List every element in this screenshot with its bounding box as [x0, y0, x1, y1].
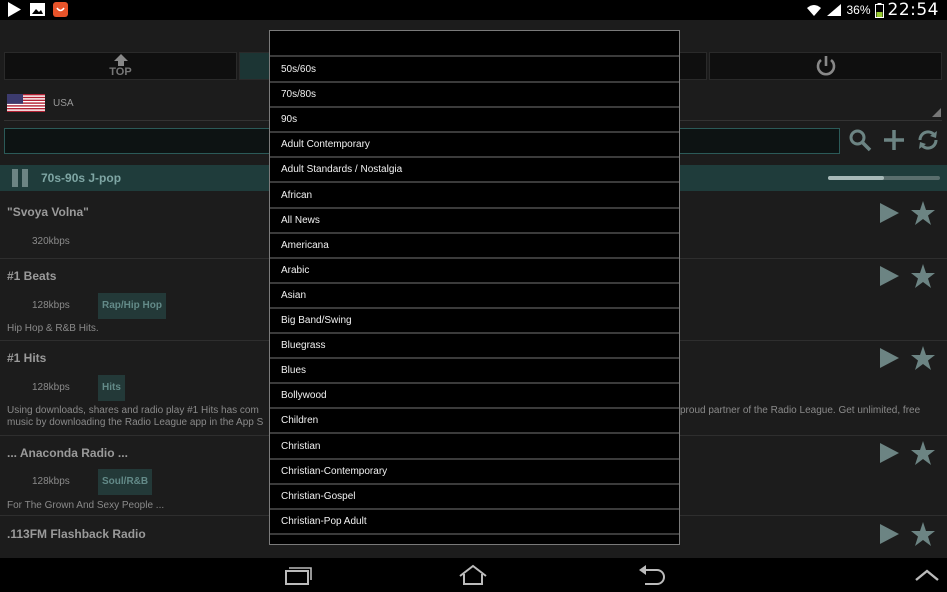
star-icon[interactable]	[910, 521, 936, 547]
dropdown-item[interactable]: Big Band/Swing	[270, 309, 679, 334]
station-bitrate: 128kbps	[32, 300, 70, 311]
dropdown-item[interactable]: Americana	[270, 234, 679, 259]
station-name: .113FM Flashback Radio	[7, 527, 146, 541]
dropdown-item[interactable]: Christian-Gospel	[270, 485, 679, 510]
station-name: #1 Beats	[7, 269, 57, 283]
play-icon[interactable]	[878, 523, 900, 545]
signal-icon	[827, 4, 842, 16]
navigation-bar	[0, 558, 947, 592]
station-name: #1 Hits	[7, 351, 47, 365]
station-genre-tag[interactable]: Soul/R&B	[98, 469, 153, 495]
play-icon[interactable]	[878, 265, 900, 287]
star-icon[interactable]	[910, 440, 936, 466]
tab-top-label: TOP	[109, 66, 132, 78]
station-description-continued: proud partner of the Radio League. Get u…	[680, 405, 921, 416]
dropdown-item[interactable]: 90s	[270, 108, 679, 134]
chevron-up-icon[interactable]	[912, 564, 942, 586]
battery-percent: 36%	[846, 3, 871, 17]
back-icon[interactable]	[637, 564, 667, 586]
dropdown-item[interactable]: Bollywood	[270, 384, 679, 410]
dropdown-item[interactable]: Children	[270, 409, 679, 435]
dropdown-item[interactable]: Bluegrass	[270, 334, 679, 360]
station-description: For The Grown And Sexy People ...	[7, 500, 165, 511]
station-genre-tag[interactable]: Rap/Hip Hop	[98, 293, 166, 319]
wifi-icon	[807, 5, 822, 16]
recent-apps-icon[interactable]	[282, 564, 312, 586]
dropdown-item[interactable]: Blues	[270, 359, 679, 385]
dropdown-item[interactable]: Asian	[270, 284, 679, 309]
dropdown-item[interactable]: Adult Contemporary	[270, 133, 679, 159]
dropdown-item[interactable]: 50s/60s	[270, 58, 679, 83]
station-genre-tag[interactable]: Hits	[98, 375, 125, 401]
tab-power[interactable]	[709, 52, 942, 80]
now-playing-title: 70s-90s J-pop	[41, 171, 122, 185]
country-selector[interactable]: USA	[7, 94, 74, 112]
station-description: Using downloads, shares and radio play #…	[7, 405, 259, 416]
clock: 22:54	[887, 0, 939, 20]
playback-progress[interactable]	[828, 176, 940, 180]
star-icon[interactable]	[910, 345, 936, 371]
play-icon[interactable]	[878, 442, 900, 464]
dropdown-item[interactable]: Christian-Contemporary	[270, 460, 679, 485]
country-label: USA	[53, 97, 74, 109]
home-icon[interactable]	[458, 564, 488, 586]
status-bar: 36% 22:54	[0, 0, 947, 20]
station-bitrate: 128kbps	[32, 382, 70, 393]
station-description-line2: music by downloading the Radio League ap…	[7, 417, 264, 428]
app-notification-icon	[53, 2, 68, 17]
star-icon[interactable]	[910, 263, 936, 289]
search-icon[interactable]	[848, 128, 872, 152]
dropdown-item[interactable]: 70s/80s	[270, 83, 679, 109]
station-name: "Svoya Volna"	[7, 205, 89, 219]
dropdown-item[interactable]: Christian-Pop Adult	[270, 510, 679, 535]
play-icon[interactable]	[878, 202, 900, 224]
dropdown-item[interactable]: All News	[270, 209, 679, 234]
genre-dropdown-list[interactable]: 50s/60s 70s/80s 90s Adult Contemporary Adult…	[269, 30, 680, 545]
up-arrow-icon	[113, 54, 128, 66]
dropdown-item[interactable]: African	[270, 184, 679, 209]
station-bitrate: 320kbps	[32, 236, 70, 247]
play-store-icon	[8, 2, 21, 17]
playback-progress-fill	[828, 176, 884, 180]
us-flag-icon	[7, 94, 45, 112]
pause-icon[interactable]	[10, 169, 30, 187]
dropdown-corner-indicator	[932, 108, 941, 117]
gallery-icon	[30, 3, 45, 16]
station-name: ... Anaconda Radio ...	[7, 446, 128, 460]
dropdown-item[interactable]: Arabic	[270, 259, 679, 284]
tab-top[interactable]: TOP	[4, 52, 237, 80]
station-bitrate: 128kbps	[32, 476, 70, 487]
play-icon[interactable]	[878, 347, 900, 369]
add-icon[interactable]	[882, 128, 906, 152]
dropdown-item[interactable]: Adult Standards / Nostalgia	[270, 158, 679, 184]
power-icon	[816, 56, 835, 76]
dropdown-item-empty[interactable]	[270, 31, 679, 57]
dropdown-item[interactable]: Christian	[270, 435, 679, 460]
refresh-icon[interactable]	[916, 128, 940, 152]
star-icon[interactable]	[910, 200, 936, 226]
station-description: Hip Hop & R&B Hits.	[7, 323, 99, 334]
battery-icon	[874, 2, 884, 18]
